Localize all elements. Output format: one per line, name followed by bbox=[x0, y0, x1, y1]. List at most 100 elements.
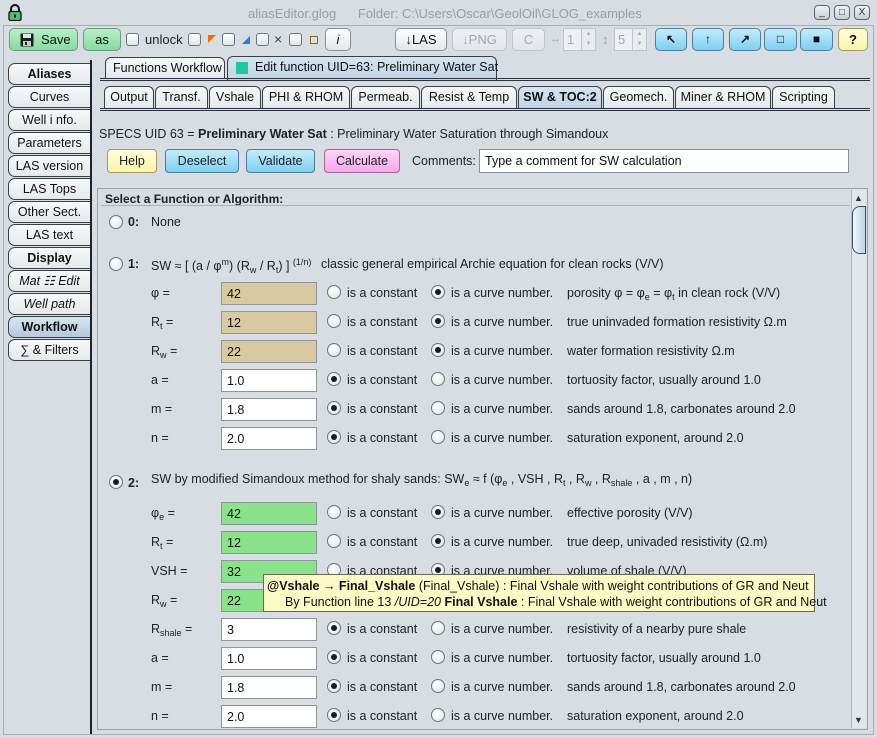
unlock-checkbox[interactable] bbox=[126, 33, 139, 46]
sidebar-item-other-sect[interactable]: Other Sect. bbox=[8, 201, 90, 223]
sidebar-item-filters[interactable]: ∑ & Filters bbox=[8, 339, 90, 361]
tab-sw-toc[interactable]: SW & TOC:2 bbox=[518, 86, 602, 109]
tab-scripting[interactable]: Scripting bbox=[772, 86, 835, 109]
sidebar-item-parameters[interactable]: Parameters bbox=[8, 132, 90, 154]
c-button[interactable]: C bbox=[512, 28, 545, 51]
hollow-square-button[interactable]: □ bbox=[764, 28, 797, 51]
help-button[interactable]: Help bbox=[107, 149, 157, 173]
is-constant-radio[interactable] bbox=[327, 314, 341, 328]
param-value-input[interactable] bbox=[221, 618, 317, 641]
export-png-button[interactable]: ↓PNG bbox=[452, 28, 507, 51]
is-constant-label: is a constant bbox=[347, 431, 418, 445]
tab-output[interactable]: Output bbox=[104, 86, 154, 109]
sidebar-item-curves[interactable]: Curves bbox=[8, 86, 90, 108]
is-constant-radio[interactable] bbox=[327, 621, 341, 635]
scroll-up-arrow-icon[interactable]: ▲ bbox=[851, 190, 866, 206]
calculate-button[interactable]: Calculate bbox=[324, 149, 400, 173]
cross-marker-checkbox[interactable] bbox=[256, 33, 269, 46]
is-curve-radio[interactable] bbox=[431, 505, 445, 519]
tab-miner-rhom[interactable]: Miner & RHOM bbox=[675, 86, 771, 109]
sidebar-item-las-text[interactable]: LAS text bbox=[8, 224, 90, 246]
tab-geomech[interactable]: Geomech. bbox=[603, 86, 674, 109]
is-curve-radio[interactable] bbox=[431, 430, 445, 444]
tab-edit-function[interactable]: Edit function UID=63: Preliminary Water … bbox=[227, 56, 498, 80]
validate-button[interactable]: Validate bbox=[246, 149, 315, 173]
deselect-button[interactable]: Deselect bbox=[165, 149, 239, 173]
info-button[interactable]: i bbox=[325, 28, 351, 51]
param-value-input[interactable] bbox=[221, 398, 317, 421]
tab-permeab[interactable]: Permeab. bbox=[351, 86, 420, 109]
save-as-button[interactable]: as bbox=[83, 28, 121, 51]
is-constant-radio[interactable] bbox=[327, 285, 341, 299]
is-curve-radio[interactable] bbox=[431, 650, 445, 664]
is-curve-radio[interactable] bbox=[431, 401, 445, 415]
is-constant-radio[interactable] bbox=[327, 708, 341, 722]
close-button[interactable]: X bbox=[854, 5, 870, 20]
sidebar-item-mat-edit[interactable]: Mat ☷ Edit bbox=[8, 270, 90, 292]
horizontal-spinner-input[interactable]: 1 bbox=[563, 28, 582, 51]
tab-resist-temp[interactable]: Resist & Temp bbox=[421, 86, 517, 109]
sidebar-item-aliases[interactable]: Aliases bbox=[8, 63, 90, 85]
is-constant-radio[interactable] bbox=[327, 505, 341, 519]
tab-functions-workflow[interactable]: Functions Workflow bbox=[105, 57, 225, 79]
param-value-input[interactable] bbox=[221, 647, 317, 670]
export-las-button[interactable]: ↓LAS bbox=[395, 28, 447, 51]
tab-transf[interactable]: Transf. bbox=[155, 86, 208, 109]
param-value-input[interactable] bbox=[221, 369, 317, 392]
maximize-button[interactable]: □ bbox=[834, 5, 850, 20]
help-question-button[interactable]: ? bbox=[838, 28, 868, 51]
is-constant-radio[interactable] bbox=[327, 343, 341, 357]
param-value-input[interactable] bbox=[221, 705, 317, 728]
param-value-input[interactable] bbox=[221, 282, 317, 305]
is-curve-radio[interactable] bbox=[431, 708, 445, 722]
param-value-input[interactable] bbox=[221, 427, 317, 450]
function-2-radio[interactable] bbox=[109, 475, 123, 489]
sidebar-item-workflow[interactable]: Workflow bbox=[8, 316, 90, 338]
arrow-up-left-button[interactable]: ↖ bbox=[655, 28, 687, 51]
tab-vshale[interactable]: Vshale bbox=[209, 86, 261, 109]
comments-input[interactable] bbox=[479, 149, 849, 173]
is-constant-radio[interactable] bbox=[327, 679, 341, 693]
vertical-scrollbar[interactable] bbox=[851, 190, 866, 728]
square-marker-checkbox[interactable] bbox=[289, 33, 302, 46]
arrow-up-button[interactable]: ↑ bbox=[692, 28, 724, 51]
param-value-input[interactable] bbox=[221, 311, 317, 334]
is-constant-radio[interactable] bbox=[327, 372, 341, 386]
is-curve-radio[interactable] bbox=[431, 621, 445, 635]
sidebar-item-well-path[interactable]: Well path bbox=[8, 293, 90, 315]
vertical-spinner-arrows[interactable]: ▲ ▼ bbox=[632, 28, 647, 51]
scroll-down-arrow-icon[interactable]: ▼ bbox=[851, 712, 866, 728]
scrollbar-thumb[interactable] bbox=[852, 206, 866, 254]
orange-marker-checkbox[interactable] bbox=[188, 33, 201, 46]
save-button[interactable]: Save bbox=[9, 28, 78, 51]
lock-icon[interactable] bbox=[8, 4, 22, 21]
filled-square-button[interactable]: ■ bbox=[800, 28, 833, 51]
minimize-button[interactable]: _ bbox=[814, 5, 830, 20]
is-curve-radio[interactable] bbox=[431, 372, 445, 386]
is-curve-radio[interactable] bbox=[431, 343, 445, 357]
sidebar-item-display[interactable]: Display bbox=[8, 247, 90, 269]
function-0-radio[interactable] bbox=[109, 215, 123, 229]
is-curve-radio[interactable] bbox=[431, 679, 445, 693]
is-curve-radio[interactable] bbox=[431, 534, 445, 548]
is-curve-radio[interactable] bbox=[431, 314, 445, 328]
function-1-radio[interactable] bbox=[109, 257, 123, 271]
floppy-disk-icon bbox=[20, 33, 34, 47]
horizontal-spinner-arrows[interactable]: ▲ ▼ bbox=[581, 28, 596, 51]
param-value-input[interactable] bbox=[221, 340, 317, 363]
sidebar-item-well-info[interactable]: Well i nfo. bbox=[8, 109, 90, 131]
arrow-up-right-button[interactable]: ↗ bbox=[729, 28, 761, 51]
blue-marker-checkbox[interactable] bbox=[222, 33, 235, 46]
param-value-input[interactable] bbox=[221, 502, 317, 525]
param-value-input[interactable] bbox=[221, 676, 317, 699]
is-constant-radio[interactable] bbox=[327, 534, 341, 548]
vertical-spinner-input[interactable]: 5 bbox=[614, 28, 633, 51]
is-curve-radio[interactable] bbox=[431, 285, 445, 299]
is-constant-radio[interactable] bbox=[327, 650, 341, 664]
is-constant-radio[interactable] bbox=[327, 401, 341, 415]
tab-phi-rhom[interactable]: PHI & RHOM bbox=[262, 86, 350, 109]
sidebar-item-las-version[interactable]: LAS version bbox=[8, 155, 90, 177]
sidebar-item-las-tops[interactable]: LAS Tops bbox=[8, 178, 90, 200]
is-constant-radio[interactable] bbox=[327, 430, 341, 444]
param-value-input[interactable] bbox=[221, 531, 317, 554]
